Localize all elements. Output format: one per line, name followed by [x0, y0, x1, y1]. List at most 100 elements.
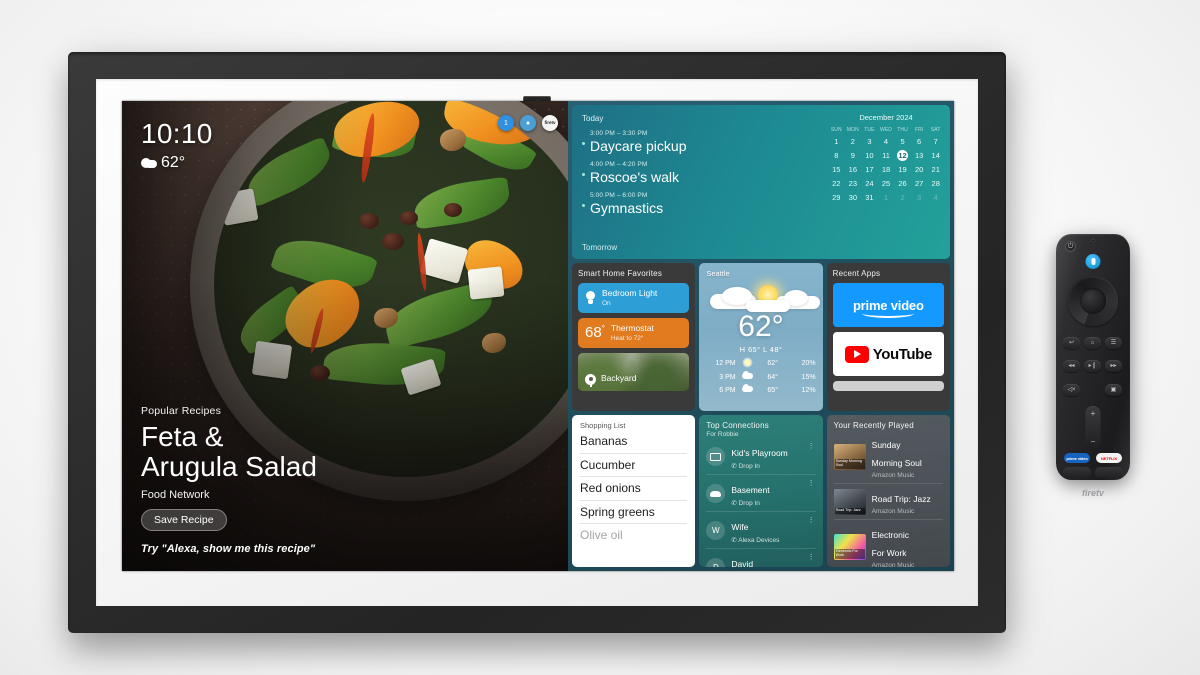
agenda-event[interactable]: 3:00 PM – 3:30 PM Daycare pickup	[582, 130, 812, 154]
volume-rocker[interactable]: + −	[1085, 406, 1101, 448]
list-item[interactable]: Bananas	[580, 430, 688, 454]
netflix-shortcut[interactable]: NETFLIX	[1096, 453, 1122, 463]
calendar-day[interactable]: 8	[828, 150, 845, 161]
track-name: Road Trip: Jazz	[871, 494, 931, 504]
top-connections-title: Top Connections	[706, 421, 769, 430]
smart-home-card[interactable]: Smart Home Favorites Bedroom Light On 68…	[572, 263, 696, 411]
shopping-list-items[interactable]: Bananas Cucumber Red onions Spring greens Ol…	[580, 430, 688, 547]
recent-apps-card[interactable]: Recent Apps prime video YouTube	[826, 263, 950, 411]
calendar-day[interactable]: 4	[878, 136, 895, 147]
dpad-ring[interactable]	[1068, 276, 1118, 326]
calendar-day[interactable]: 11	[878, 150, 895, 161]
today-agenda[interactable]: Today 3:00 PM – 3:30 PM Daycare pickup 4…	[572, 105, 822, 259]
calendar-day[interactable]: 24	[861, 178, 878, 189]
smart-home-tile-bedroom-light[interactable]: Bedroom Light On	[578, 283, 690, 313]
play-pause-button[interactable]: ▸❙	[1084, 360, 1101, 372]
calendar-day[interactable]: 28	[927, 178, 944, 189]
calendar-day[interactable]: 17	[861, 164, 878, 175]
calendar-day[interactable]: 19	[894, 164, 911, 175]
calendar-day[interactable]: 25	[878, 178, 895, 189]
calendar-day[interactable]: 5	[894, 136, 911, 147]
app-tile-partial[interactable]	[832, 381, 944, 391]
app-tile-youtube[interactable]: YouTube	[832, 332, 944, 376]
top-connections-card[interactable]: Top Connections For Robbie Kid's Playroo…	[699, 415, 823, 567]
calendar-day[interactable]: 3	[861, 136, 878, 147]
live-tv-button[interactable]: ▣	[1105, 384, 1122, 396]
app-shortcut-button-3[interactable]	[1063, 467, 1091, 478]
connection-row[interactable]: DDavid✆ Mobile⋮	[706, 549, 815, 567]
overflow-menu-icon[interactable]: ⋮	[808, 443, 815, 450]
weather-card[interactable]: Seattle 62° H 65° L 48° 12 PM 62° 20% 3 PM 6…	[699, 263, 823, 411]
microphone-icon[interactable]	[1085, 254, 1101, 269]
connection-row[interactable]: W Wife ✆ Alexa Devices ⋮	[706, 512, 816, 549]
calendar-day[interactable]: 21	[927, 164, 944, 175]
calendar-day[interactable]: 3	[911, 192, 928, 203]
power-icon[interactable]	[1065, 241, 1076, 252]
prime-video-shortcut[interactable]: prime video	[1064, 453, 1090, 463]
calendar-widget[interactable]: December 2024 SUN MON TUE WED THU FRI SAT 1 2 3 4 5…	[822, 105, 950, 259]
recently-played-rows[interactable]: Sunday Morning Soul Sunday Morning Soul Ama…	[833, 430, 943, 567]
rewind-button[interactable]: ◂◂	[1063, 360, 1080, 372]
calendar-day[interactable]: 1	[878, 192, 895, 203]
calendar-day[interactable]: 16	[845, 164, 862, 175]
overflow-menu-icon[interactable]: ⋮	[808, 554, 815, 561]
fire-tv-remote[interactable]: ↩ ⌂ ☰ ◂◂ ▸❙ ▸▸ ◁× ▣ + − prime video NETF…	[1056, 234, 1130, 498]
calendar-day[interactable]: 10	[861, 150, 878, 161]
smart-home-tile-backyard-camera[interactable]: Backyard	[578, 352, 690, 391]
calendar-day[interactable]: 9	[845, 150, 862, 161]
calendar-day[interactable]: 26	[894, 178, 911, 189]
calendar-day[interactable]: 27	[911, 178, 928, 189]
calendar-day[interactable]: 29	[828, 192, 845, 203]
recently-played-row[interactable]: Electronic For Work Electronic For Work Ama…	[833, 520, 943, 567]
calendar-grid[interactable]: SUN MON TUE WED THU FRI SAT 1 2 3 4 5 6 7 8 9 10 11 12 13 14…	[828, 127, 944, 203]
calendar-day[interactable]: 4	[927, 192, 944, 203]
firetv-badge-icon[interactable]: firetv	[542, 115, 558, 131]
calendar-day[interactable]: 14	[927, 150, 944, 161]
recently-played-card[interactable]: Your Recently Played Sunday Morning Soul…	[826, 415, 950, 567]
calendar-day[interactable]: 1	[828, 136, 845, 147]
calendar-day[interactable]: 31	[861, 192, 878, 203]
volume-down-button[interactable]: −	[1086, 437, 1101, 446]
calendar-day[interactable]: 2	[845, 136, 862, 147]
save-recipe-button[interactable]: Save Recipe	[141, 509, 227, 531]
calendar-day[interactable]: 20	[911, 164, 928, 175]
notification-badge-icon[interactable]: 1	[498, 115, 514, 131]
calendar-day[interactable]: 23	[845, 178, 862, 189]
connection-row[interactable]: Kid's Playroom ✆ Drop In ⋮	[706, 438, 816, 475]
list-item[interactable]: Spring greens	[580, 501, 688, 525]
agenda-event[interactable]: 4:00 PM – 4:20 PM Roscoe's walk	[582, 161, 812, 185]
calendar-day[interactable]: 7	[927, 136, 944, 147]
volume-up-button[interactable]: +	[1086, 409, 1101, 418]
agenda-event[interactable]: 5:00 PM – 6:00 PM Gymnastics	[582, 192, 812, 216]
calendar-day[interactable]: 2	[894, 192, 911, 203]
home-button[interactable]: ⌂	[1084, 337, 1101, 349]
calendar-day[interactable]: 13	[911, 150, 928, 161]
list-item[interactable]: Olive oil	[580, 524, 687, 547]
smart-home-tile-thermostat[interactable]: 68° Thermostat Heat to 72°	[578, 317, 690, 348]
calendar-day[interactable]: 18	[878, 164, 895, 175]
app-tile-prime-video[interactable]: prime video	[832, 283, 944, 327]
menu-button[interactable]: ☰	[1105, 337, 1122, 349]
calendar-day[interactable]: 15	[828, 164, 845, 175]
calendar-day[interactable]: 30	[845, 192, 862, 203]
select-button[interactable]	[1080, 288, 1106, 314]
recently-played-row[interactable]: Road Trip: Jazz Road Trip: Jazz Amazon Mus…	[833, 484, 943, 520]
connection-row[interactable]: Basement ✆ Drop In ⋮	[706, 475, 816, 512]
recently-played-row[interactable]: Sunday Morning Soul Sunday Morning Soul Ama…	[833, 430, 943, 484]
calendar-day[interactable]: 6	[911, 136, 928, 147]
overflow-menu-icon[interactable]: ⋮	[808, 480, 815, 487]
list-item[interactable]: Cucumber	[580, 454, 688, 478]
connection-rows[interactable]: Kid's Playroom ✆ Drop In ⋮ Basement ✆ Drop I…	[706, 438, 816, 567]
fast-forward-button[interactable]: ▸▸	[1105, 360, 1122, 372]
profile-icon[interactable]: ●	[520, 115, 536, 131]
overflow-menu-icon[interactable]: ⋮	[808, 517, 815, 524]
app-shortcut-button-4[interactable]	[1095, 467, 1123, 478]
list-item[interactable]: Red onions	[580, 477, 688, 501]
mute-button[interactable]: ◁×	[1063, 384, 1080, 396]
today-calendar-card[interactable]: Today 3:00 PM – 3:30 PM Daycare pickup 4…	[572, 105, 950, 259]
recipe-hero-panel[interactable]: 10:10 62° 1 ● firetv Popular Recipes Fet…	[122, 101, 568, 571]
back-button[interactable]: ↩	[1063, 337, 1080, 349]
calendar-day[interactable]: 22	[828, 178, 845, 189]
calendar-day-today[interactable]: 12	[894, 150, 911, 161]
shopping-list-card[interactable]: Shopping List Bananas Cucumber Red onions S…	[572, 415, 696, 567]
